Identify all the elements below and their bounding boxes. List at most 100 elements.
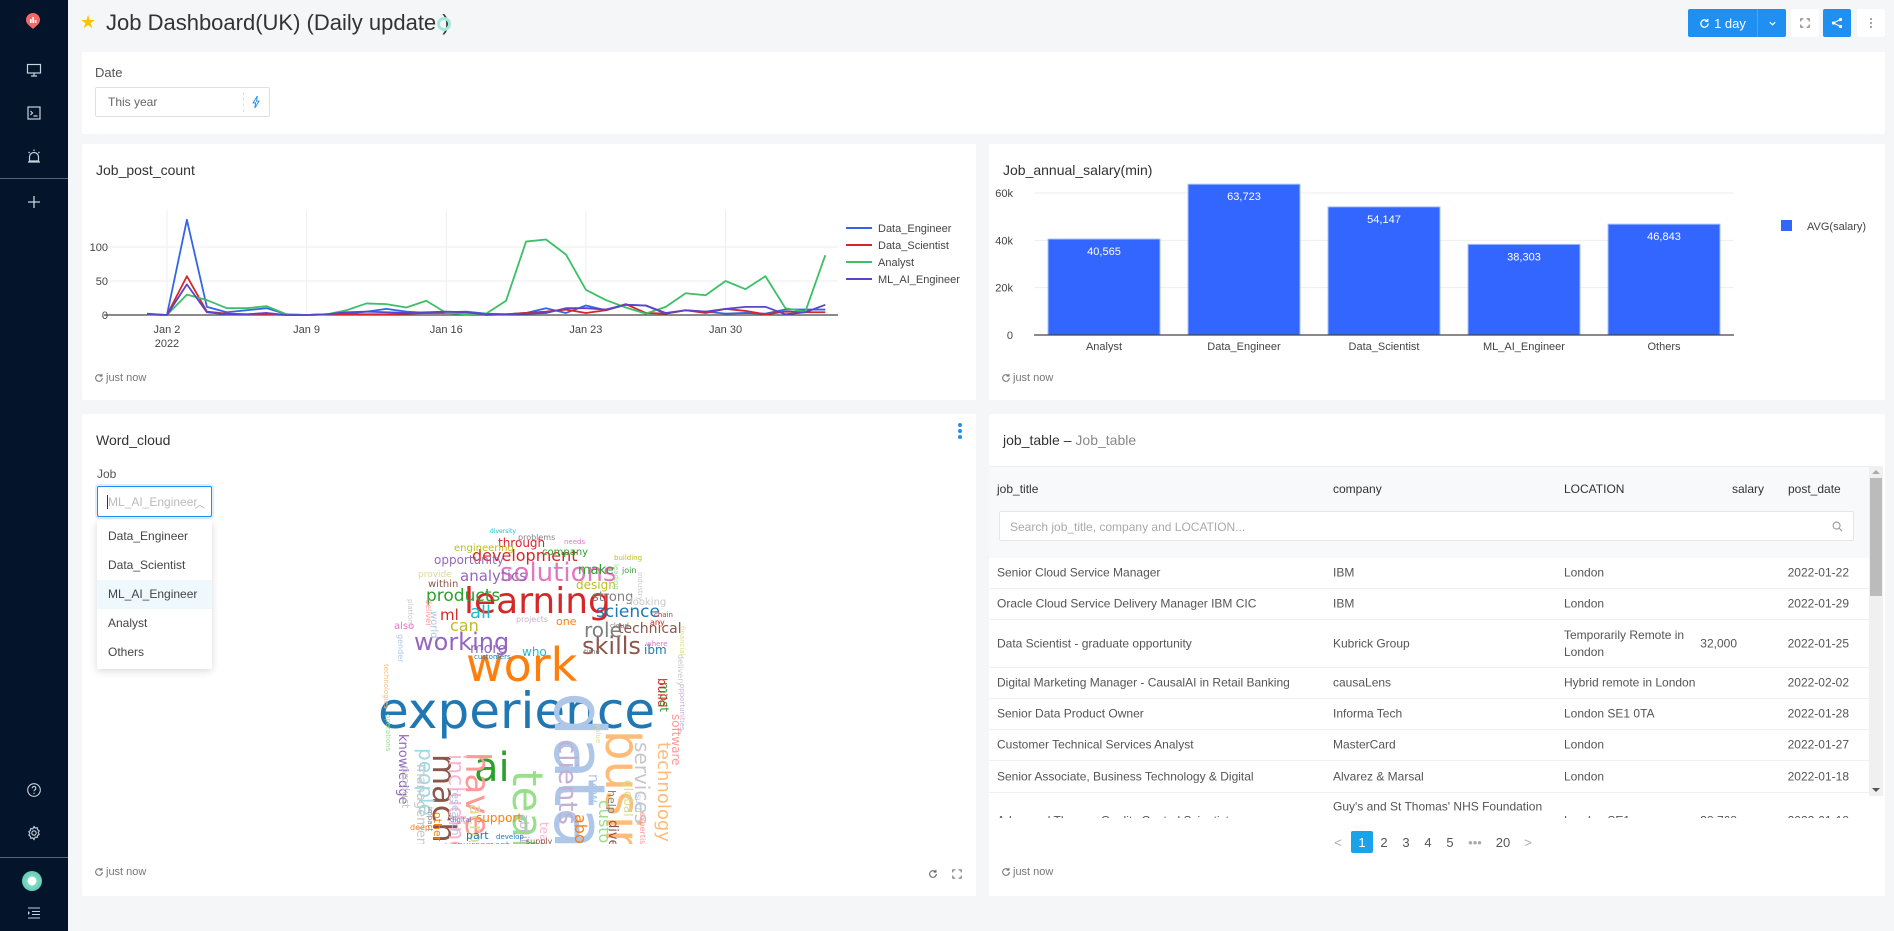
column-header-job-title[interactable]: job_title xyxy=(997,482,1038,496)
cloud-word: help xyxy=(605,790,618,814)
sidebar-item-settings[interactable] xyxy=(0,813,68,853)
certified-badge-icon xyxy=(437,17,451,31)
table-row[interactable]: Senior Cloud Service Manager IBM London 202… xyxy=(989,558,1869,589)
legend-swatch xyxy=(1781,220,1792,231)
refresh-icon xyxy=(1700,18,1709,28)
page-button[interactable]: 1 xyxy=(1351,831,1373,853)
refresh-interval-button[interactable]: 1 day xyxy=(1688,9,1786,37)
lightning-icon[interactable] xyxy=(243,92,269,112)
legend-label[interactable]: Data_Scientist xyxy=(878,240,949,252)
job-option[interactable]: Analyst xyxy=(97,609,212,638)
cloud-word: global xyxy=(621,780,635,817)
sidebar-item-sql-lab[interactable] xyxy=(0,93,68,133)
more-options-button[interactable] xyxy=(1857,9,1885,37)
last-updated-text: just now xyxy=(106,372,147,384)
page-title: Job Dashboard(UK) (Daily update ) xyxy=(106,10,450,35)
cloud-word: management xyxy=(413,764,428,844)
job-option[interactable]: Others xyxy=(97,638,212,667)
column-header-location[interactable]: LOCATION xyxy=(1564,482,1624,496)
bar-data-scientist[interactable] xyxy=(1327,206,1441,336)
series-line-data-engineer[interactable] xyxy=(146,218,826,316)
sidebar-item-dashboard[interactable] xyxy=(0,50,68,90)
job-select[interactable]: ML_AI_Engineer ︿ xyxy=(97,486,212,517)
page-button[interactable]: 2 xyxy=(1373,831,1395,853)
cloud-word: digital xyxy=(450,816,472,824)
table-row[interactable]: Data Scientist - graduate opportunity Kub… xyxy=(989,620,1869,668)
scroll-down-arrow-icon[interactable] xyxy=(1872,788,1880,792)
table-row[interactable]: Senior Associate, Business Technology & … xyxy=(989,761,1869,793)
scrollbar-thumb[interactable] xyxy=(1870,478,1882,596)
legend-label[interactable]: Data_Engineer xyxy=(878,223,952,235)
plus-icon xyxy=(28,196,40,208)
table-row[interactable]: Customer Technical Services Analyst Maste… xyxy=(989,730,1869,761)
table-body: Senior Cloud Service Manager IBM London 202… xyxy=(989,558,1869,818)
scroll-up-arrow-icon[interactable] xyxy=(1872,470,1880,474)
table-row[interactable]: Advanced Therapy Quality Control Scienti… xyxy=(989,793,1869,819)
next-page-button[interactable]: > xyxy=(1517,831,1539,853)
superset-logo-icon[interactable] xyxy=(24,12,42,30)
cloud-word: leading xyxy=(612,564,620,590)
table-scrollbar[interactable] xyxy=(1869,466,1883,796)
table-search-input[interactable]: Search job_title, company and LOCATION..… xyxy=(999,511,1854,541)
refresh-now-button[interactable]: 1 day xyxy=(1688,9,1758,37)
column-header-post-date[interactable]: post_date xyxy=(1788,482,1841,496)
cloud-word: industry xyxy=(636,572,644,601)
series-line-analyst[interactable] xyxy=(146,238,827,316)
refresh-chart-icon[interactable] xyxy=(928,869,938,879)
cloud-word: environment xyxy=(452,842,509,845)
column-header-company[interactable]: company xyxy=(1333,482,1382,496)
cloud-word: strong xyxy=(592,590,634,605)
y-tick-label: 60k xyxy=(995,188,1013,200)
sidebar-item-add[interactable] xyxy=(0,182,68,222)
y-tick-label: 100 xyxy=(90,242,108,254)
x-tick-label: Others xyxy=(1647,341,1681,353)
x-tick-year-label: 2022 xyxy=(155,338,179,350)
bar-data-engineer[interactable] xyxy=(1187,183,1301,336)
job-option[interactable]: ML_AI_Engineer xyxy=(97,580,212,609)
page-button[interactable]: 3 xyxy=(1395,831,1417,853)
job-option[interactable]: Data_Scientist xyxy=(97,551,212,580)
panel-menu-icon[interactable] xyxy=(955,422,965,440)
cloud-word: all xyxy=(470,602,492,623)
sidebar-item-help[interactable] xyxy=(0,770,68,810)
date-filter-input[interactable]: This year xyxy=(95,87,270,117)
cell-post-date: 2022-01-25 xyxy=(1787,636,1849,650)
avatar[interactable] xyxy=(22,871,42,891)
legend-label[interactable]: AVG(salary) xyxy=(1807,221,1866,233)
favorite-star-icon[interactable]: ★ xyxy=(80,13,98,31)
cell-location: London xyxy=(1564,737,1605,752)
column-header-salary[interactable]: salary xyxy=(1732,482,1764,496)
legend-label[interactable]: Analyst xyxy=(878,257,914,269)
expand-chart-icon[interactable] xyxy=(952,869,962,879)
cloud-word: building xyxy=(614,554,643,562)
refresh-dropdown-button[interactable] xyxy=(1758,19,1786,28)
sidebar-item-alerts[interactable] xyxy=(0,136,68,176)
page-button[interactable]: 5 xyxy=(1439,831,1461,853)
cloud-word: within xyxy=(428,579,459,590)
pagination-ellipsis[interactable]: ••• xyxy=(1461,831,1489,853)
table-row[interactable]: Senior Data Product Owner Informa Tech Lon… xyxy=(989,699,1869,730)
refresh-icon xyxy=(95,373,103,382)
line-chart-panel: Job_post_count Jan 2 2022 Jan 9 Jan 16 Jan 2… xyxy=(82,144,976,400)
share-button[interactable] xyxy=(1823,9,1851,37)
prev-page-button[interactable]: < xyxy=(1327,831,1349,853)
cloud-word: any xyxy=(650,618,665,627)
cloud-word: ml xyxy=(440,606,459,624)
cell-job-title: Data Scientist - graduate opportunity xyxy=(997,636,1192,650)
bar-chart-last-updated: just now xyxy=(1001,372,1053,384)
line-chart[interactable]: Jan 2 2022 Jan 9 Jan 16 Jan 23 Jan 30 0 50 100 Da… xyxy=(82,144,976,400)
table-row[interactable]: Digital Marketing Manager - CausalAI in … xyxy=(989,668,1869,699)
sidebar-collapse[interactable] xyxy=(0,898,68,928)
fullscreen-button[interactable] xyxy=(1791,9,1819,37)
page-button-last[interactable]: 20 xyxy=(1489,831,1517,853)
cloud-word: delivery xyxy=(676,654,685,687)
page-button[interactable]: 4 xyxy=(1417,831,1439,853)
cloud-word: build xyxy=(655,678,669,708)
table-row[interactable]: Oracle Cloud Service Delivery Manager IB… xyxy=(989,589,1869,620)
job-filter-label: Job xyxy=(97,467,117,481)
cloud-word: deliver xyxy=(424,599,433,627)
cell-post-date: 2022-01-18 xyxy=(1788,813,1849,819)
bar-chart[interactable]: 0 20k 40k 60k 40,565 Analyst 63,723 Data_Engine… xyxy=(989,144,1885,400)
legend-label[interactable]: ML_AI_Engineer xyxy=(878,274,960,286)
job-option[interactable]: Data_Engineer xyxy=(97,522,212,551)
